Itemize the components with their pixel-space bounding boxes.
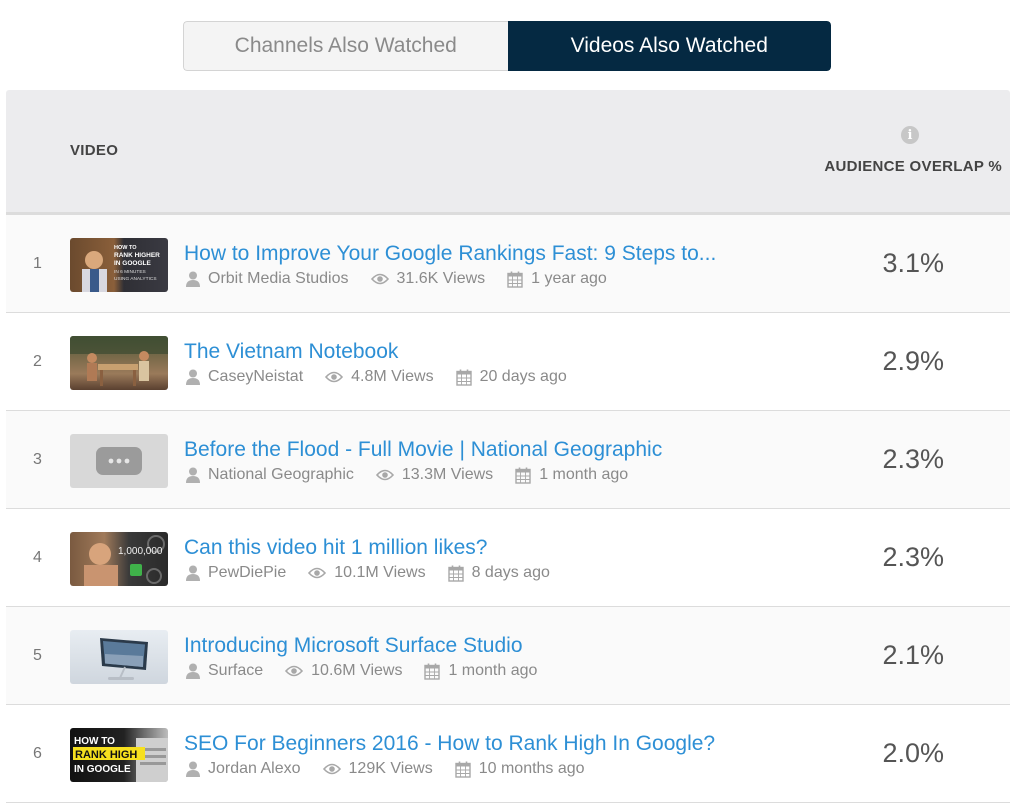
videos-table: VIDEO i AUDIENCE OVERLAP % 1 HOW TO RANK… [6,90,1010,811]
video-title-link[interactable]: Introducing Microsoft Surface Studio [184,634,523,658]
audience-overlap-value: 2.1% [882,640,944,670]
video-meta: CaseyNeistat 4.8M Views 20 days ago [186,368,589,386]
thumbnail-text: HOW TO [114,245,137,251]
audience-overlap-value: 2.0% [882,738,944,768]
calendar-icon [507,271,523,288]
view-count: 31.6K Views [396,270,486,287]
thumbnail-text: RANK HIGH [75,749,137,761]
eye-icon [285,665,304,677]
tab-channels-also-watched[interactable]: Channels Also Watched [183,21,508,71]
row-rank: 1 [33,254,42,272]
view-count: 10.1M Views [334,564,426,581]
upload-date: 10 months ago [478,760,585,777]
eye-icon [325,371,344,383]
table-row: 6 HOW TO RANK HIGH IN GOOGLE SEO For Beg… [6,705,1010,803]
thumbnail-text: IN GOOGLE [114,260,152,267]
audience-overlap-value: 2.3% [882,444,944,474]
user-icon [186,467,200,483]
table-row: 3 Before the Flood - Full Movie | Nation… [6,411,1010,509]
video-meta: Orbit Media Studios 31.6K Views 1 year a… [186,270,629,288]
upload-date: 1 year ago [531,270,607,287]
video-thumbnail[interactable] [70,434,168,488]
video-thumbnail[interactable]: 1,000,000 [70,532,168,586]
table-body: 1 HOW TO RANK HIGHER IN GOOGLE IN 6 MINU… [6,215,1010,803]
video-thumbnail[interactable]: HOW TO RANK HIGHER IN GOOGLE IN 6 MINUTE… [70,238,168,292]
video-title-link[interactable]: Can this video hit 1 million likes? [184,536,487,560]
row-rank: 4 [33,548,42,566]
thumbnail-text: USING ANALYTICS [114,276,157,282]
video-title-link[interactable]: How to Improve Your Google Rankings Fast… [184,242,716,266]
thumbnail-text: IN 6 MINUTES [114,269,146,275]
table-row: 1 HOW TO RANK HIGHER IN GOOGLE IN 6 MINU… [6,215,1010,313]
tab-bar: Channels Also Watched Videos Also Watche… [183,21,831,71]
video-meta: National Geographic 13.3M Views 1 month … [186,466,650,484]
view-count: 129K Views [348,760,433,777]
eye-icon [322,763,341,775]
channel-name: PewDiePie [208,564,287,581]
calendar-icon [447,565,464,582]
row-rank: 6 [33,744,42,762]
video-title-link[interactable]: Before the Flood - Full Movie | National… [184,438,662,462]
eye-icon [370,273,389,285]
video-thumbnail[interactable] [70,336,168,390]
video-meta: PewDiePie 10.1M Views 8 days ago [186,564,572,582]
view-count: 4.8M Views [351,368,434,385]
row-rank: 5 [33,646,42,664]
column-header-video: VIDEO [70,142,119,159]
user-icon [186,369,200,385]
eye-icon [375,469,394,481]
tab-videos-also-watched[interactable]: Videos Also Watched [507,21,831,71]
row-rank: 2 [33,352,42,370]
thumbnail-text: 1,000,000 [118,546,163,557]
audience-overlap-value: 2.9% [882,346,944,376]
view-count: 10.6M Views [311,662,403,679]
thumbnail-text: HOW TO [74,736,115,747]
audience-overlap-value: 3.1% [882,248,944,278]
channel-name: Orbit Media Studios [208,270,349,287]
video-thumbnail[interactable]: HOW TO RANK HIGH IN GOOGLE [70,728,168,782]
table-row: 4 1,000,000 Can this video hit 1 million… [6,509,1010,607]
table-header: VIDEO i AUDIENCE OVERLAP % [6,90,1010,215]
audience-overlap-value: 2.3% [882,542,944,572]
video-meta: Jordan Alexo 129K Views 10 months ago [186,760,607,778]
thumbnail-text: RANK HIGHER [114,252,160,259]
calendar-icon [515,467,531,484]
channel-name: Surface [208,662,264,679]
upload-date: 8 days ago [471,564,550,581]
video-thumbnail[interactable] [70,630,168,684]
video-meta: Surface 10.6M Views 1 month ago [186,662,559,680]
upload-date: 20 days ago [479,368,567,385]
video-title-link[interactable]: SEO For Beginners 2016 - How to Rank Hig… [184,732,715,756]
view-count: 13.3M Views [401,466,494,483]
upload-date: 1 month ago [539,466,629,483]
calendar-icon [424,663,441,680]
channel-name: Jordan Alexo [208,760,301,777]
user-icon [186,565,200,581]
channel-name: National Geographic [208,466,354,483]
calendar-icon [455,761,471,778]
user-icon [186,271,200,287]
channel-name: CaseyNeistat [208,368,304,385]
row-rank: 3 [33,450,42,468]
table-row: 5 Introducing Microsoft Surface Studio S… [6,607,1010,705]
user-icon [186,663,200,679]
upload-date: 1 month ago [448,662,538,679]
info-icon[interactable]: i [901,126,919,144]
calendar-icon [455,369,472,386]
column-header-audience-overlap: AUDIENCE OVERLAP % [824,158,1002,175]
eye-icon [308,567,327,579]
table-row: 2 The Vietnam Notebook CaseyNeistat 4.8M… [6,313,1010,411]
thumbnail-text: IN GOOGLE [74,764,131,775]
video-title-link[interactable]: The Vietnam Notebook [184,340,398,364]
user-icon [186,761,200,777]
